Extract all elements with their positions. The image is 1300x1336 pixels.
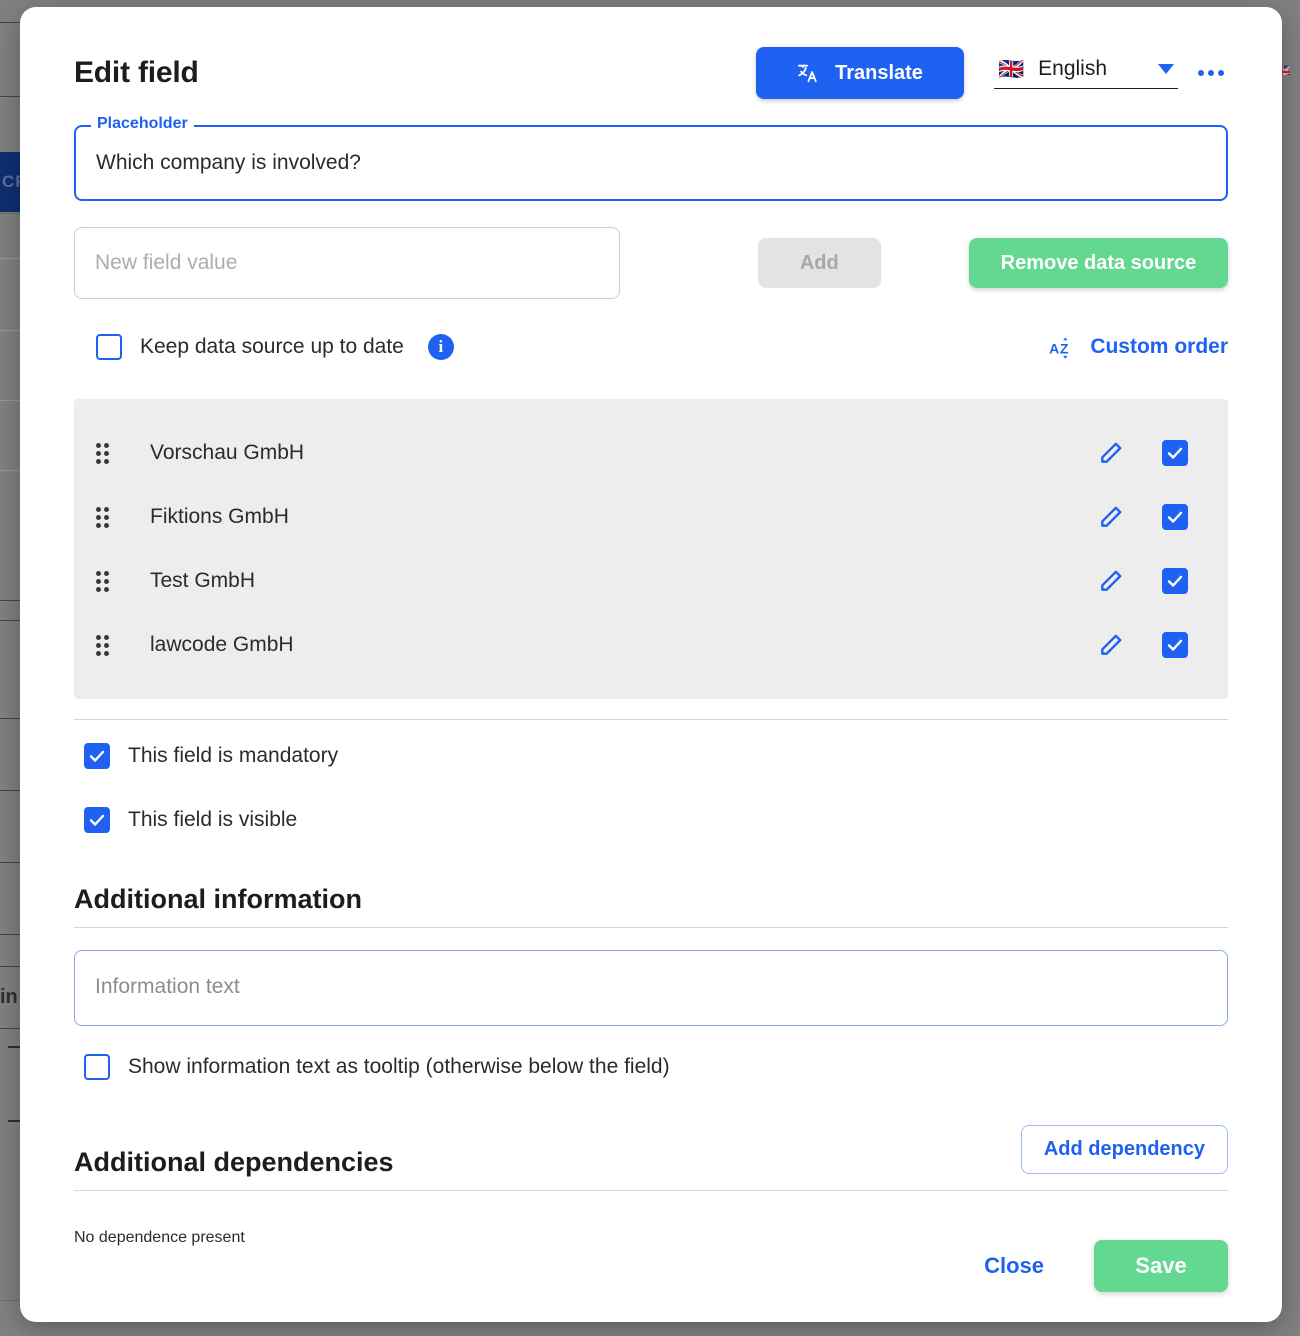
- mandatory-label: This field is mandatory: [128, 744, 339, 767]
- dialog-header: Edit field Translate 🇬🇧 English: [74, 7, 1228, 123]
- list-item-checkbox[interactable]: [1162, 632, 1188, 658]
- sort-alpha-icon: A Z: [1048, 334, 1074, 360]
- translate-icon: [797, 62, 819, 84]
- close-button[interactable]: Close: [978, 1245, 1050, 1287]
- drag-handle-icon[interactable]: [96, 570, 112, 592]
- data-source-value-list: Vorschau GmbH Fiktions GmbH Test GmbH la…: [74, 399, 1228, 699]
- tooltip-row: Show information text as tooltip (otherw…: [74, 1045, 1228, 1089]
- edit-item-button[interactable]: [1094, 436, 1128, 470]
- list-item[interactable]: Vorschau GmbH: [74, 421, 1228, 485]
- keep-data-source-label: Keep data source up to date: [140, 335, 404, 358]
- drag-handle-icon[interactable]: [96, 634, 112, 656]
- placeholder-field[interactable]: Placeholder Which company is involved?: [74, 116, 1228, 201]
- list-item-checkbox[interactable]: [1162, 568, 1188, 594]
- custom-order-label: Custom order: [1090, 335, 1228, 358]
- drag-handle-icon[interactable]: [96, 442, 112, 464]
- edit-item-button[interactable]: [1094, 500, 1128, 534]
- translate-button[interactable]: Translate: [756, 47, 964, 99]
- save-button[interactable]: Save: [1094, 1240, 1228, 1292]
- new-value-row: Add Remove data source: [74, 227, 1228, 299]
- custom-order-button[interactable]: A Z Custom order: [1048, 334, 1228, 360]
- add-dependency-button[interactable]: Add dependency: [1020, 1125, 1228, 1174]
- chevron-down-icon: [1158, 64, 1174, 74]
- list-item-label: lawcode GmbH: [150, 633, 294, 656]
- kebab-menu-icon: [1218, 70, 1224, 76]
- background-dash: [8, 1120, 20, 1122]
- language-select-value: English: [1038, 57, 1108, 80]
- more-options-button[interactable]: [1194, 62, 1228, 84]
- show-tooltip-checkbox[interactable]: [84, 1054, 110, 1080]
- language-select[interactable]: 🇬🇧 English: [994, 57, 1178, 89]
- visible-row: This field is visible: [74, 792, 1228, 848]
- info-icon[interactable]: i: [427, 334, 454, 360]
- placeholder-field-value: Which company is involved?: [96, 151, 361, 174]
- additional-dependencies-header: Additional dependencies Add dependency: [74, 1125, 1228, 1191]
- kebab-menu-icon: [1208, 70, 1214, 76]
- information-text-input[interactable]: [74, 950, 1228, 1026]
- svg-text:A: A: [1049, 341, 1059, 357]
- new-field-value-input[interactable]: [74, 227, 620, 299]
- remove-data-source-button[interactable]: Remove data source: [968, 238, 1228, 288]
- visible-label: This field is visible: [128, 808, 298, 831]
- list-item[interactable]: Test GmbH: [74, 549, 1228, 613]
- translate-button-label: Translate: [835, 61, 923, 84]
- list-item-checkbox[interactable]: [1162, 504, 1188, 530]
- uk-flag-icon: 🇬🇧: [998, 57, 1025, 81]
- visible-checkbox[interactable]: [84, 807, 110, 833]
- svg-text:Z: Z: [1060, 341, 1069, 357]
- edit-item-button[interactable]: [1094, 628, 1128, 662]
- list-item-label: Fiktions GmbH: [150, 505, 289, 528]
- add-button[interactable]: Add: [757, 238, 881, 288]
- list-item-label: Vorschau GmbH: [150, 441, 305, 464]
- additional-dependencies-title: Additional dependencies: [74, 1147, 394, 1177]
- placeholder-field-legend: Placeholder: [91, 116, 194, 132]
- divider: [74, 719, 1228, 720]
- background-dash: [8, 1046, 20, 1048]
- keep-up-to-date-row: Keep data source up to date i A Z Custom…: [74, 327, 1228, 367]
- mandatory-checkbox[interactable]: [84, 743, 110, 769]
- edit-field-dialog: Edit field Translate 🇬🇧 English Placehol…: [20, 7, 1282, 1322]
- list-item[interactable]: Fiktions GmbH: [74, 485, 1228, 549]
- list-item-label: Test GmbH: [150, 569, 256, 592]
- list-item-checkbox[interactable]: [1162, 440, 1188, 466]
- list-item[interactable]: lawcode GmbH: [74, 613, 1228, 677]
- edit-item-button[interactable]: [1094, 564, 1128, 598]
- keep-data-source-checkbox[interactable]: [96, 334, 122, 360]
- drag-handle-icon[interactable]: [96, 506, 112, 528]
- page-title: Edit field: [74, 56, 199, 89]
- show-tooltip-label: Show information text as tooltip (otherw…: [128, 1055, 670, 1078]
- kebab-menu-icon: [1198, 70, 1204, 76]
- dialog-footer: Close Save: [978, 1240, 1228, 1292]
- additional-information-header: Additional information: [74, 884, 1228, 928]
- additional-information-title: Additional information: [74, 884, 362, 914]
- mandatory-row: This field is mandatory: [74, 728, 1228, 784]
